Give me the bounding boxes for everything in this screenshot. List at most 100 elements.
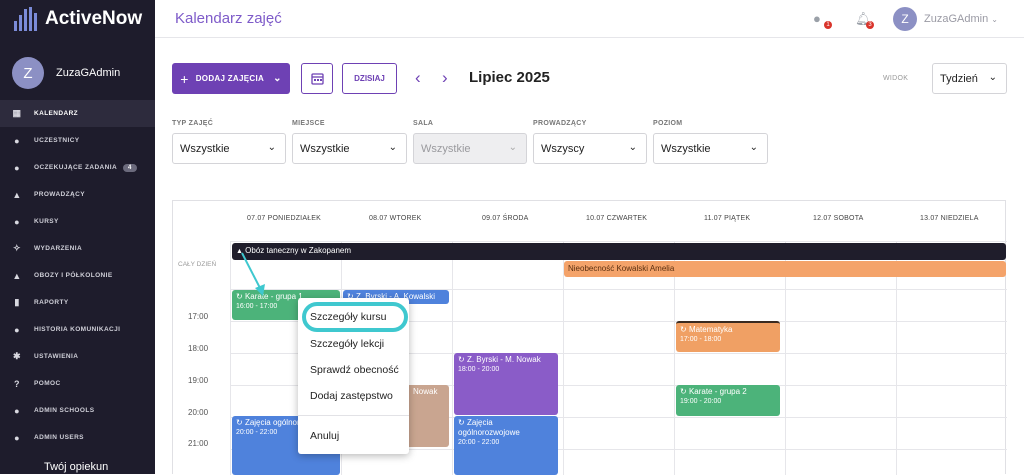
repeat-icon: ↻ — [680, 325, 687, 334]
sidebar-item-prowadzacy[interactable]: ▲ PROWADZĄCY — [0, 181, 155, 208]
allday-event-absence[interactable]: Nieobecność Kowalski Amelia — [564, 261, 1006, 277]
menu-item-dodaj-zastepstwo[interactable]: Dodaj zastępstwo — [310, 390, 393, 402]
sidebar-item-pomoc[interactable]: ? POMOC — [0, 370, 155, 397]
filter-miejsce-select[interactable]: Wszystkie ⌄ — [292, 133, 407, 164]
sidebar-item-oczekujace-zadania[interactable]: ● OCZEKUJĄCE ZADANIA 4 — [0, 154, 155, 181]
page-title: Kalendarz zajęć — [175, 10, 282, 27]
event-title: Matematyka — [688, 325, 733, 334]
view-select[interactable]: Tydzień ⌄ — [932, 63, 1007, 94]
event-matematyka[interactable]: ↻ Matematyka 17:00 - 18:00 — [676, 321, 780, 352]
repeat-icon: ↻ — [680, 387, 687, 396]
day-header: 07.07 PONIEDZIAŁEK — [247, 215, 322, 222]
sidebar-item-ustawienia[interactable]: ✱ USTAWIENIA — [0, 343, 155, 370]
chevron-right-icon: › — [442, 68, 448, 87]
next-week-button[interactable]: › — [442, 68, 448, 88]
chevron-down-icon: ⌄ — [991, 15, 998, 24]
sidebar: ActiveNow Z ZuzaGAdmin ▦ KALENDARZ ● UCZES… — [0, 0, 155, 474]
filter-label-prowadzacy: PROWADZĄCY — [533, 120, 587, 127]
menu-item-szczegoly-kursu[interactable]: Szczegóły kursu — [310, 311, 386, 323]
sidebar-item-admin-schools[interactable]: ● ADMIN SCHOOLS — [0, 397, 155, 424]
day-header: 11.07 PIĄTEK — [704, 215, 751, 222]
hour-label: 19:00 — [188, 376, 209, 385]
event-byrski-nowak[interactable]: ↻ Z. Byrski - M. Nowak 18:00 - 20:00 — [454, 353, 558, 415]
opiekun-label[interactable]: Twój opiekun — [44, 461, 108, 473]
gear-icon: ✱ — [13, 351, 21, 361]
chevron-left-icon: ‹ — [415, 68, 421, 87]
today-button[interactable]: DZISIAJ — [342, 63, 397, 94]
filter-poziom-select[interactable]: Wszystkie ⌄ — [653, 133, 768, 164]
group-icon: ● — [14, 216, 20, 227]
view-value: Tydzień — [940, 72, 978, 85]
sidebar-item-historia-komunikacji[interactable]: ● HISTORIA KOMUNIKACJI — [0, 316, 155, 343]
person-icon: ● — [14, 405, 20, 416]
calendar-icon: ▦ — [12, 108, 22, 118]
pending-tasks-badge: 4 — [123, 163, 137, 172]
user-profile[interactable]: Z ZuzaGAdmin — [12, 57, 120, 89]
sidebar-nav: ▦ KALENDARZ ● UCZESTNICY ● OCZEKUJĄCE ZADAN… — [0, 100, 155, 451]
app-logo[interactable]: ActiveNow — [14, 4, 142, 34]
day-header: 10.07 CZWARTEK — [586, 215, 648, 222]
filter-prowadzacy-select[interactable]: Wszyscy ⌄ — [533, 133, 647, 164]
chevron-down-icon: ⌄ — [508, 142, 517, 153]
chevron-down-icon: ⌄ — [267, 142, 276, 153]
party-icon: ✧ — [13, 243, 21, 253]
menu-item-sprawdz-obecnosc[interactable]: Sprawdź obecność — [310, 364, 399, 376]
grid-line — [230, 241, 1007, 242]
sidebar-item-raporty[interactable]: ▮ RAPORTY — [0, 289, 155, 316]
add-class-button[interactable]: + DODAJ ZAJĘCIA ⌄ — [172, 63, 290, 94]
repeat-icon: ↻ — [458, 418, 465, 427]
sidebar-item-label: ADMIN SCHOOLS — [34, 407, 95, 414]
hour-label: 18:00 — [188, 344, 209, 353]
person-icon: ● — [14, 432, 20, 443]
sidebar-item-admin-users[interactable]: ● ADMIN USERS — [0, 424, 155, 451]
day-header: 09.07 ŚRODA — [482, 215, 529, 222]
plus-icon: + — [180, 70, 189, 87]
sidebar-item-label: KURSY — [34, 218, 59, 225]
grid-line — [452, 241, 453, 475]
day-header: 08.07 WTOREK — [369, 215, 422, 222]
messages-button[interactable]: ● 1 — [813, 11, 832, 29]
view-label: WIDOK — [883, 75, 909, 82]
sidebar-item-uczestnicy[interactable]: ● UCZESTNICY — [0, 127, 155, 154]
avatar[interactable]: Z — [893, 7, 917, 31]
user-menu[interactable]: ZuzaGAdmin ⌄ — [924, 13, 998, 25]
chevron-down-icon: ⌄ — [749, 142, 758, 153]
top-bar: Kalendarz zajęć ● 1 🔔︎ 3 Z ZuzaGAdmin ⌄ — [155, 0, 1024, 38]
prev-week-button[interactable]: ‹ — [415, 68, 421, 88]
hour-label: 20:00 — [188, 408, 209, 417]
event-zajecia-ogolnorozwojowe[interactable]: ↻ Zajęcia ogólnorozwojowe 20:00 - 22:00 — [454, 416, 558, 475]
event-title: Karate - grupa 2 — [688, 387, 747, 396]
filter-value: Wszystkie — [661, 142, 711, 155]
event-title: Z. Byrski - M. Nowak — [466, 355, 541, 364]
sidebar-item-wydarzenia[interactable]: ✧ WYDARZENIA — [0, 235, 155, 262]
event-time: 18:00 - 20:00 — [458, 366, 500, 373]
menu-item-anuluj[interactable]: Anuluj — [310, 430, 339, 442]
filter-typ-select[interactable]: Wszystkie ⌄ — [172, 133, 286, 164]
notifications-badge: 3 — [866, 21, 874, 29]
event-title: Nieobecność Kowalski Amelia — [568, 264, 675, 273]
person-icon: ● — [14, 162, 20, 173]
sidebar-item-label: OCZEKUJĄCE ZADANIA — [34, 164, 118, 171]
sidebar-item-kalendarz[interactable]: ▦ KALENDARZ — [0, 100, 155, 127]
grid-line — [563, 241, 564, 475]
repeat-icon: ↻ — [236, 418, 243, 427]
add-class-label: DODAJ ZAJĘCIA — [195, 74, 265, 83]
sidebar-item-kursy[interactable]: ● KURSY — [0, 208, 155, 235]
sidebar-item-label: RAPORTY — [34, 299, 69, 306]
event-title: Nowak — [413, 387, 438, 396]
user-name: ZuzaGAdmin — [924, 13, 989, 25]
filter-label-sala: SALA — [413, 120, 434, 127]
event-karate-grupa-2[interactable]: ↻ Karate - grupa 2 19:00 - 20:00 — [676, 385, 780, 416]
notifications-button[interactable]: 🔔︎ 3 — [855, 11, 874, 29]
chat-icon: ● — [14, 324, 20, 335]
allday-event-camp[interactable]: ▲ Obóz taneczny w Zakopanem — [232, 243, 1006, 260]
annotation-arrow-icon — [241, 252, 265, 296]
menu-item-szczegoly-lekcji[interactable]: Szczegóły lekcji — [310, 338, 384, 350]
filter-sala-select: Wszystkie ⌄ — [413, 133, 527, 164]
chevron-down-icon: ⌄ — [273, 73, 282, 84]
messages-badge: 1 — [824, 21, 832, 29]
date-picker-button[interactable] — [301, 63, 333, 94]
allday-label: CAŁY DZIEŃ — [178, 261, 217, 268]
sidebar-item-obozy[interactable]: ▲ OBOZY I PÓŁKOLONIE — [0, 262, 155, 289]
repeat-icon: ↻ — [458, 355, 465, 364]
